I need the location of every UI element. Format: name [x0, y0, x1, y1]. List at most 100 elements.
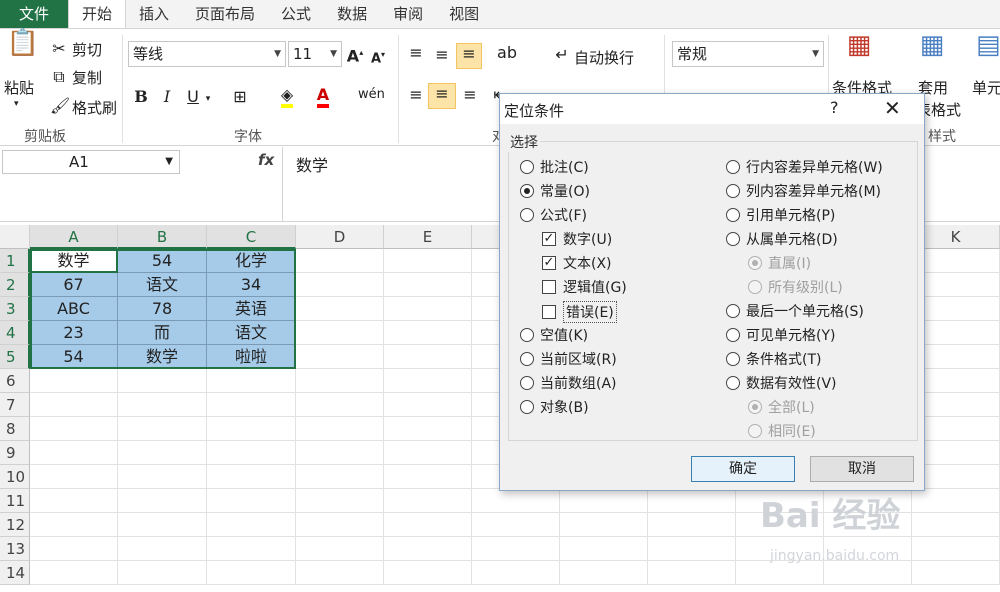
cell-e13[interactable]	[384, 537, 472, 561]
cell-c6[interactable]	[207, 369, 296, 393]
cell-b2[interactable]: 语文	[118, 273, 207, 297]
font-name-combo[interactable]: 等线 ▼	[128, 41, 286, 67]
tab-view[interactable]: 视图	[436, 0, 492, 28]
cell-styles-button[interactable]: 单元	[972, 77, 1000, 98]
row-header-8[interactable]: 8	[0, 417, 30, 441]
ok-button[interactable]: 确定	[691, 456, 795, 482]
cell-h11[interactable]	[648, 489, 736, 513]
row-header-10[interactable]: 10	[0, 465, 30, 489]
align-middle-icon[interactable]: ≡	[432, 45, 452, 65]
cell-d10[interactable]	[296, 465, 384, 489]
cell-a4[interactable]: 23	[30, 321, 118, 345]
cell-a13[interactable]	[30, 537, 118, 561]
column-header-c[interactable]: C	[207, 225, 296, 249]
column-header-e[interactable]: E	[384, 225, 472, 249]
cell-a14[interactable]	[30, 561, 118, 585]
italic-button[interactable]: I	[158, 87, 176, 107]
radio-right-9[interactable]: 数据有效性(V)	[726, 373, 837, 393]
cell-d2[interactable]	[296, 273, 384, 297]
cell-k11[interactable]	[912, 489, 1000, 513]
paste-dropdown-icon[interactable]: ▾	[14, 99, 19, 109]
cell-k4[interactable]	[912, 321, 1000, 345]
tab-insert[interactable]: 插入	[126, 0, 182, 28]
cell-a8[interactable]	[30, 417, 118, 441]
cell-e4[interactable]	[384, 321, 472, 345]
cell-b9[interactable]	[118, 441, 207, 465]
cell-c11[interactable]	[207, 489, 296, 513]
column-header-k[interactable]: K	[912, 225, 1000, 249]
cell-b12[interactable]	[118, 513, 207, 537]
cell-e14[interactable]	[384, 561, 472, 585]
cell-d11[interactable]	[296, 489, 384, 513]
tab-data[interactable]: 数据	[324, 0, 380, 28]
align-right-icon[interactable]: ≡	[460, 85, 480, 105]
cell-g14[interactable]	[560, 561, 648, 585]
column-header-b[interactable]: B	[118, 225, 207, 249]
row-header-6[interactable]: 6	[0, 369, 30, 393]
wrap-text-icon[interactable]: ↵	[552, 45, 572, 65]
cell-a3[interactable]: ABC	[30, 297, 118, 321]
row-header-12[interactable]: 12	[0, 513, 30, 537]
cell-k6[interactable]	[912, 369, 1000, 393]
cell-b6[interactable]	[118, 369, 207, 393]
cell-k2[interactable]	[912, 273, 1000, 297]
cell-g12[interactable]	[560, 513, 648, 537]
cell-k10[interactable]	[912, 465, 1000, 489]
radio-left-9[interactable]: 当前数组(A)	[520, 373, 617, 393]
font-color-icon[interactable]: A	[312, 85, 334, 108]
cell-e7[interactable]	[384, 393, 472, 417]
cell-c8[interactable]	[207, 417, 296, 441]
cell-c3[interactable]: 英语	[207, 297, 296, 321]
cell-c14[interactable]	[207, 561, 296, 585]
cell-k1[interactable]	[912, 249, 1000, 273]
format-as-table-icon[interactable]: ▦	[912, 32, 952, 71]
cell-a7[interactable]	[30, 393, 118, 417]
cell-c4[interactable]: 语文	[207, 321, 296, 345]
cell-e1[interactable]	[384, 249, 472, 273]
cell-h12[interactable]	[648, 513, 736, 537]
cell-styles-icon[interactable]: ▤	[976, 32, 1000, 71]
shrink-font-icon[interactable]: A▾	[370, 45, 386, 69]
paste-icon[interactable]: 📋	[6, 30, 40, 69]
radio-right-6[interactable]: 最后一个单元格(S)	[726, 301, 864, 321]
cell-d5[interactable]	[296, 345, 384, 369]
cell-a10[interactable]	[30, 465, 118, 489]
cell-e2[interactable]	[384, 273, 472, 297]
radio-right-1[interactable]: 列内容差异单元格(M)	[726, 181, 881, 201]
cell-c1[interactable]: 化学	[207, 249, 296, 273]
cell-f11[interactable]	[472, 489, 560, 513]
row-header-7[interactable]: 7	[0, 393, 30, 417]
row-header-1[interactable]: 1	[0, 249, 30, 273]
align-center-icon[interactable]: ≡	[428, 83, 456, 109]
cell-c2[interactable]: 34	[207, 273, 296, 297]
checkbox-left-6[interactable]: 错误(E)	[542, 301, 617, 323]
cell-g11[interactable]	[560, 489, 648, 513]
cell-d8[interactable]	[296, 417, 384, 441]
cell-d9[interactable]	[296, 441, 384, 465]
cell-a5[interactable]: 54	[30, 345, 118, 369]
cell-a6[interactable]	[30, 369, 118, 393]
copy-icon[interactable]: ⧉	[50, 67, 68, 87]
cell-e8[interactable]	[384, 417, 472, 441]
column-header-d[interactable]: D	[296, 225, 384, 249]
cancel-button[interactable]: 取消	[810, 456, 914, 482]
row-header-3[interactable]: 3	[0, 297, 30, 321]
cell-d1[interactable]	[296, 249, 384, 273]
cell-d3[interactable]	[296, 297, 384, 321]
copy-button[interactable]: 复制	[72, 67, 102, 88]
cell-b5[interactable]: 数学	[118, 345, 207, 369]
tab-page-layout[interactable]: 页面布局	[182, 0, 268, 28]
cell-a2[interactable]: 67	[30, 273, 118, 297]
row-header-14[interactable]: 14	[0, 561, 30, 585]
cell-k7[interactable]	[912, 393, 1000, 417]
radio-left-8[interactable]: 当前区域(R)	[520, 349, 617, 369]
cell-e9[interactable]	[384, 441, 472, 465]
radio-left-10[interactable]: 对象(B)	[520, 397, 589, 417]
cell-a11[interactable]	[30, 489, 118, 513]
row-header-11[interactable]: 11	[0, 489, 30, 513]
cell-k12[interactable]	[912, 513, 1000, 537]
cell-d6[interactable]	[296, 369, 384, 393]
tab-review[interactable]: 审阅	[380, 0, 436, 28]
radio-right-2[interactable]: 引用单元格(P)	[726, 205, 835, 225]
cell-k3[interactable]	[912, 297, 1000, 321]
